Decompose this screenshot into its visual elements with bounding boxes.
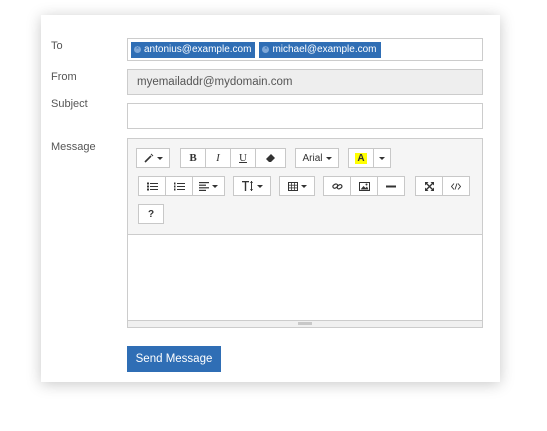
from-field: myemailaddr@mydomain.com	[127, 69, 483, 95]
fullscreen-button[interactable]	[415, 176, 443, 196]
eraser-icon	[266, 153, 275, 162]
to-field[interactable]: × antonius@example.com × michael@example…	[127, 38, 483, 61]
caret-down-icon	[212, 184, 218, 188]
magic-icon	[143, 153, 153, 163]
subject-input[interactable]	[127, 103, 483, 129]
italic-button[interactable]: I	[205, 148, 231, 168]
bold-button[interactable]: B	[180, 148, 206, 168]
send-message-button[interactable]: Send Message	[127, 346, 221, 372]
code-view-button[interactable]	[442, 176, 470, 196]
font-name-dropdown[interactable]: Arial	[295, 148, 339, 168]
message-label: Message	[51, 141, 96, 153]
horizontal-rule-icon	[386, 185, 396, 187]
color-dropdown-button[interactable]	[373, 148, 391, 168]
ordered-list-button[interactable]	[165, 176, 193, 196]
caret-down-icon	[300, 184, 307, 188]
subject-label: Subject	[51, 98, 88, 110]
resize-grip-icon	[298, 322, 312, 325]
message-editor: B I U Arial A ?	[127, 138, 483, 328]
horizontal-rule-button[interactable]	[377, 176, 405, 196]
line-height-dropdown[interactable]	[233, 176, 271, 196]
recipient-email: antonius@example.com	[144, 43, 252, 55]
from-label: From	[51, 71, 77, 83]
remove-recipient-icon[interactable]: ×	[262, 46, 270, 53]
caret-down-icon	[379, 156, 385, 160]
style-dropdown-button[interactable]	[136, 148, 170, 168]
caret-down-icon	[325, 156, 332, 160]
ordered-list-icon	[173, 182, 185, 190]
clear-format-button[interactable]	[255, 148, 286, 168]
table-icon	[287, 181, 298, 191]
text-color-letter: A	[355, 152, 367, 164]
email-form-card: To × antonius@example.com × michael@exam…	[41, 15, 500, 382]
insert-picture-button[interactable]	[350, 176, 378, 196]
unordered-list-icon	[146, 182, 158, 190]
underline-button[interactable]: U	[230, 148, 256, 168]
recipient-tag[interactable]: × antonius@example.com	[131, 41, 256, 58]
paragraph-align-dropdown[interactable]	[192, 176, 225, 196]
help-button[interactable]: ?	[138, 204, 164, 224]
recipient-tag[interactable]: × michael@example.com	[259, 41, 381, 58]
link-icon	[331, 182, 343, 189]
to-label: To	[51, 40, 63, 52]
font-name-label: Arial	[302, 152, 323, 164]
line-height-icon	[241, 181, 253, 191]
fullscreen-icon	[424, 181, 434, 191]
editor-toolbar: B I U Arial A ?	[128, 139, 482, 235]
message-textarea[interactable]	[128, 235, 482, 320]
caret-down-icon	[256, 184, 263, 188]
text-color-button[interactable]: A	[348, 148, 374, 168]
insert-table-dropdown[interactable]	[279, 176, 315, 196]
caret-down-icon	[156, 156, 163, 160]
insert-link-button[interactable]	[323, 176, 351, 196]
remove-recipient-icon[interactable]: ×	[134, 46, 141, 53]
picture-icon	[358, 181, 370, 191]
recipient-email: michael@example.com	[272, 43, 377, 55]
align-icon	[199, 181, 209, 191]
unordered-list-button[interactable]	[138, 176, 166, 196]
code-view-icon	[451, 182, 461, 190]
editor-resize-handle[interactable]	[128, 320, 482, 327]
